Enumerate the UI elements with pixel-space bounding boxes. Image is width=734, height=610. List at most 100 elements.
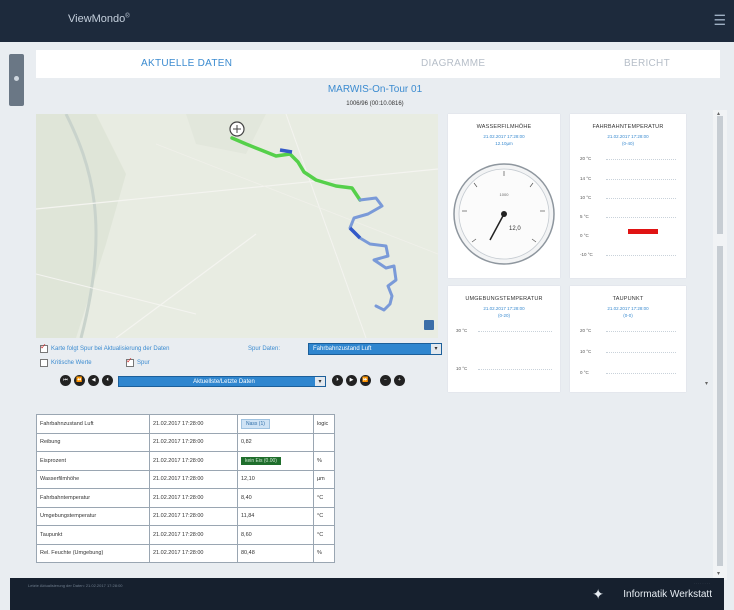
cell-parameter: Fahrbahntemperatur: [36, 488, 150, 508]
grid-line: [606, 255, 676, 256]
map-canvas: [36, 114, 438, 338]
step-back-button[interactable]: ⏴: [102, 375, 113, 386]
panel-title: TAUPUNKT: [612, 296, 644, 302]
grid-line: [606, 331, 676, 332]
tab-bericht[interactable]: BERICHT: [624, 58, 670, 69]
axis-label: 10 °C: [580, 349, 592, 354]
status-badge: Nass (1): [241, 418, 270, 429]
route-map[interactable]: [36, 114, 438, 338]
grid-line: [606, 352, 676, 353]
cell-parameter: Taupunkt: [36, 525, 150, 545]
cell-timestamp: 21.02.2017 17:28:00: [149, 451, 238, 471]
grid-line: [606, 179, 676, 180]
previous-button[interactable]: ◀: [88, 375, 99, 386]
temperature-marker-bar: [628, 229, 658, 234]
hamburger-menu-icon[interactable]: ☰: [713, 13, 726, 27]
panel-unit: (0-40): [621, 141, 634, 146]
first-page-button[interactable]: ⏮: [60, 375, 71, 386]
cell-parameter: Wasserfilmhöhe: [36, 469, 150, 489]
cell-unit: logic: [313, 414, 335, 434]
cell-unit: %: [313, 543, 335, 563]
sensor-data-table: Fahrbahnzustand Luft 21.02.2017 17:28:00 N…: [36, 414, 335, 563]
panel-scroll-down-icon[interactable]: ▾: [705, 380, 708, 387]
cell-value: kein Eis (0.00): [237, 451, 314, 471]
grid-line: [478, 369, 552, 370]
cell-timestamp: 21.02.2017 17:28:00: [149, 506, 238, 526]
map-controls: Karte folgt Spur bei Aktualisierung der …: [36, 340, 446, 398]
zoom-out-button[interactable]: −: [380, 375, 391, 386]
status-badge: kein Eis (0.00): [241, 456, 281, 465]
table-row: Rel. Feuchte (Umgebung) 21.02.2017 17:28:…: [36, 543, 335, 563]
ambient-temperature-panel: UMGEBUNGSTEMPERATUR 21.02.2017 17:28:00 …: [448, 286, 560, 392]
sidebar-toggle-handle[interactable]: [9, 54, 24, 106]
grid-line: [606, 159, 676, 160]
cell-parameter: Rel. Feuchte (Umgebung): [36, 543, 150, 563]
table-row: Taupunkt 21.02.2017 17:28:00 8,60 °C: [36, 525, 335, 545]
app-logo[interactable]: ViewMondo®: [68, 13, 130, 25]
brand-logo-icon: ✦: [592, 586, 604, 602]
track-label: Spur: [137, 360, 150, 366]
panel-scrollbar-thumb[interactable]: [717, 116, 723, 234]
grid-line: [606, 198, 676, 199]
critical-values-checkbox[interactable]: [40, 359, 48, 367]
cell-timestamp: 21.02.2017 17:28:00: [149, 525, 238, 545]
axis-label: 10 °C: [456, 366, 468, 371]
tab-diagramme[interactable]: DIAGRAMME: [421, 58, 485, 69]
axis-label: 5 °C: [580, 214, 589, 219]
cell-value: 0,82: [237, 432, 314, 452]
cell-timestamp: 21.02.2017 17:28:00: [149, 432, 238, 452]
panel-timestamp: 21.02.2017 17:28:00: [607, 134, 649, 139]
panel-timestamp: 21.02.2017 17:28:00: [483, 134, 525, 139]
panel-title: FAHRBAHNTEMPERATUR: [592, 124, 664, 130]
cell-value: 8,40: [237, 488, 314, 508]
grid-line: [606, 373, 676, 374]
panel-timestamp: 21.02.2017 17:28:00: [607, 306, 649, 311]
cell-unit: %: [313, 451, 335, 471]
cell-value: 80,48: [237, 543, 314, 563]
track-data-label: Spur Daten:: [248, 346, 281, 352]
handle-dot-icon: [14, 76, 19, 81]
road-temperature-panel: FAHRBAHNTEMPERATUR 21.02.2017 17:28:00 (…: [570, 114, 686, 278]
data-range-select[interactable]: Aktuellste/Letzte Daten ▾: [118, 376, 326, 387]
page-title: MARWIS-On-Tour 01: [327, 84, 423, 95]
tab-aktuelle-daten[interactable]: AKTUELLE DATEN: [141, 58, 232, 69]
dew-point-panel: TAUPUNKT 21.02.2017 17:28:00 (0-0) 20 °C…: [570, 286, 686, 392]
footer-version: · · · · · · · ·: [693, 582, 710, 586]
tab-bar: AKTUELLE DATEN DIAGRAMME BERICHT: [36, 50, 720, 78]
cell-unit: °C: [313, 488, 335, 508]
axis-label: 20 °C: [580, 328, 592, 333]
page-scrollbar[interactable]: ▴ ▾: [713, 110, 727, 580]
follow-track-checkbox[interactable]: [40, 342, 48, 353]
cell-unit: [313, 432, 335, 452]
table-row: Fahrbahnzustand Luft 21.02.2017 17:28:00 N…: [36, 414, 335, 434]
cell-parameter: Umgebungstemperatur: [36, 506, 150, 526]
table-row: Fahrbahntemperatur 21.02.2017 17:28:00 8,4…: [36, 488, 335, 508]
scroll-down-icon[interactable]: ▾: [717, 570, 720, 577]
follow-track-label: Karte folgt Spur bei Aktualisierung der …: [51, 346, 170, 352]
panel-unit: 12.10µm: [495, 141, 513, 146]
rewind-button[interactable]: ⏪: [74, 375, 85, 386]
water-film-gauge: 1000 12,0: [453, 163, 555, 265]
track-data-select[interactable]: Fahrbahnzustand Luft ▾: [308, 343, 442, 355]
panel-title: WASSERFILMHÖHE: [476, 124, 532, 130]
cell-timestamp: 21.02.2017 17:28:00: [149, 414, 238, 434]
cell-unit: °C: [313, 525, 335, 545]
panel-title: UMGEBUNGSTEMPERATUR: [465, 296, 543, 302]
cell-parameter: Fahrbahnzustand Luft: [36, 414, 150, 434]
zoom-in-button[interactable]: +: [394, 375, 405, 386]
track-checkbox[interactable]: [126, 356, 134, 367]
next-button[interactable]: ▶: [346, 375, 357, 386]
footer: Letzte Aktualisierung der Daten: 21.02.2…: [10, 578, 724, 610]
panel-unit: (0-20): [497, 313, 510, 318]
axis-label: -10 °C: [580, 252, 593, 257]
cell-unit: µm: [313, 469, 335, 489]
table-body: Fahrbahnzustand Luft 21.02.2017 17:28:00 N…: [36, 414, 335, 563]
fast-forward-button[interactable]: ⏩: [360, 375, 371, 386]
table-row: Eisprozent 21.02.2017 17:28:00 kein Eis (0…: [36, 451, 335, 471]
page-scrollbar-thumb[interactable]: [717, 246, 723, 566]
cell-value: 11,84: [237, 506, 314, 526]
panel-unit: (0-0): [623, 313, 633, 318]
table-row: Umgebungstemperatur 21.02.2017 17:28:00 11…: [36, 506, 335, 526]
step-forward-button[interactable]: ⏵: [332, 375, 343, 386]
axis-label: 30 °C: [456, 328, 468, 333]
